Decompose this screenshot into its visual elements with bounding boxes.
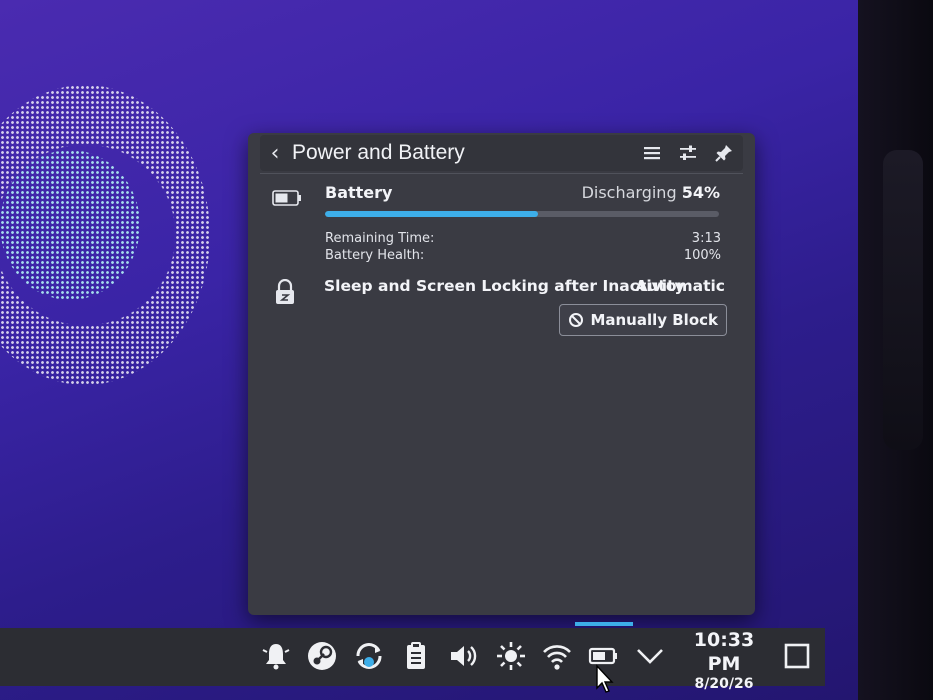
clock-time: 10:33 PM xyxy=(693,629,755,675)
expand-tray-icon[interactable] xyxy=(630,636,670,676)
brightness-icon[interactable] xyxy=(491,636,531,676)
desktop: ‹ Power and Battery Battery Discharging … xyxy=(0,0,858,700)
sleep-lock-label: Sleep and Screen Locking after Inactivit… xyxy=(324,277,685,295)
block-icon xyxy=(569,313,584,327)
remaining-time-value: 3:13 xyxy=(691,231,721,246)
clipboard-icon[interactable] xyxy=(396,636,436,676)
bezel-ridge xyxy=(883,150,923,450)
mouse-cursor-icon xyxy=(595,664,615,698)
battery-status: Discharging 54% xyxy=(582,183,720,202)
steam-icon[interactable] xyxy=(302,636,342,676)
configure-icon[interactable] xyxy=(677,142,699,164)
power-battery-popup: ‹ Power and Battery Battery Discharging … xyxy=(248,133,755,615)
volume-icon[interactable] xyxy=(443,636,483,676)
digital-clock[interactable]: 10:33 PM 8/20/26 xyxy=(676,628,772,692)
battery-percent: 54% xyxy=(681,183,720,202)
active-tray-indicator xyxy=(575,622,633,626)
battery-label: Battery xyxy=(325,183,393,202)
remaining-time-label: Remaining Time: xyxy=(325,231,435,246)
wallpaper-logo-core xyxy=(0,150,140,300)
popup-title: Power and Battery xyxy=(292,141,465,164)
notifications-icon[interactable] xyxy=(256,636,296,676)
battery-charge-bar xyxy=(325,211,719,217)
manually-block-label: Manually Block xyxy=(590,311,718,329)
lock-icon xyxy=(274,278,296,309)
battery-health-label: Battery Health: xyxy=(325,248,425,263)
manually-block-button[interactable]: Manually Block xyxy=(559,304,727,336)
header-separator xyxy=(260,173,743,174)
back-icon[interactable]: ‹ xyxy=(260,141,290,166)
update-icon[interactable] xyxy=(349,636,389,676)
sleep-lock-mode: Automatic xyxy=(635,277,725,295)
device-bezel xyxy=(858,0,933,700)
battery-health-value: 100% xyxy=(683,248,721,263)
battery-charge-fill xyxy=(325,211,538,217)
wifi-icon[interactable] xyxy=(537,636,577,676)
clock-date: 8/20/26 xyxy=(694,676,754,692)
popup-header: ‹ Power and Battery xyxy=(260,135,743,171)
battery-icon xyxy=(272,190,302,210)
header-actions xyxy=(641,142,743,164)
hamburger-menu-icon[interactable] xyxy=(641,142,663,164)
battery-state-text: Discharging xyxy=(581,183,677,202)
pin-icon[interactable] xyxy=(713,142,735,164)
show-desktop-icon[interactable] xyxy=(777,636,817,676)
